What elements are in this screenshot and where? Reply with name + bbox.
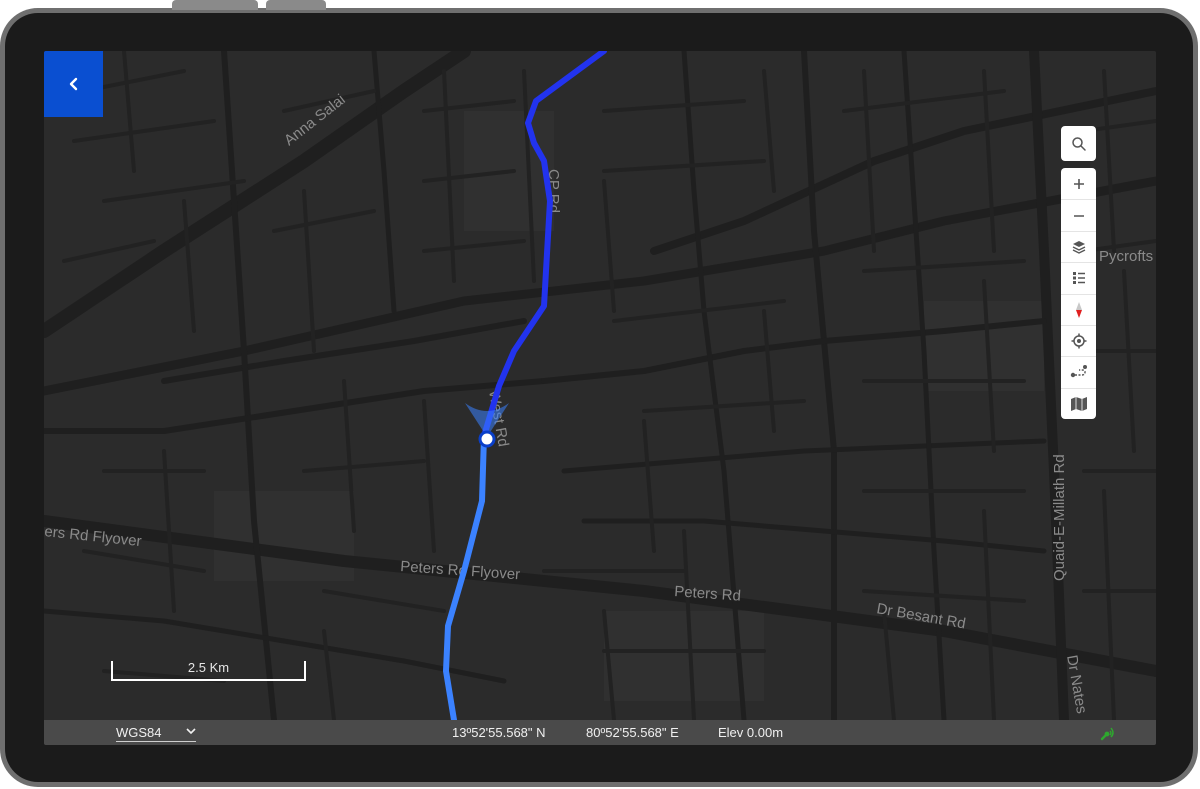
map-icon xyxy=(1070,396,1087,411)
hardware-button xyxy=(266,0,326,10)
longitude-readout: 80º52'55.568" E xyxy=(586,725,679,740)
map-canvas[interactable]: Anna Salai CP Rd West Rd ers Rd Flyover … xyxy=(44,51,1156,720)
locate-icon xyxy=(1071,333,1086,349)
route-icon xyxy=(1070,365,1087,378)
elevation-readout: Elev 0.00m xyxy=(718,725,784,740)
legend-list-icon xyxy=(1072,272,1085,285)
search-icon xyxy=(1071,136,1086,151)
legend-button[interactable] xyxy=(1061,262,1096,293)
back-button[interactable] xyxy=(44,51,103,117)
scale-label: 2.5 Km xyxy=(187,660,230,675)
hardware-button xyxy=(172,0,258,10)
zoom-out-button[interactable] xyxy=(1061,199,1096,230)
crs-value: WGS84 xyxy=(116,725,162,740)
search-button[interactable] xyxy=(1061,126,1096,161)
layers-button[interactable] xyxy=(1061,230,1096,262)
locate-button[interactable] xyxy=(1061,324,1096,356)
compass-icon xyxy=(1075,301,1082,318)
current-location-marker xyxy=(478,430,496,448)
zoom-out-icon xyxy=(1073,214,1084,217)
map-button[interactable] xyxy=(1061,387,1096,419)
map-toolbar xyxy=(1061,168,1096,419)
compass-button[interactable] xyxy=(1061,293,1096,325)
zoom-in-button[interactable] xyxy=(1061,168,1096,199)
chevron-down-icon xyxy=(186,728,196,735)
latitude-readout: 13º52'55.568" N xyxy=(452,725,546,740)
map-screen: Anna Salai CP Rd West Rd ers Rd Flyover … xyxy=(44,51,1156,745)
road-label-quaid-e-millath-rd: Quaid-E-Millath Rd xyxy=(1051,454,1068,581)
road-label-pycrofts: Pycrofts xyxy=(1099,248,1153,265)
chevron-left-icon xyxy=(69,77,77,91)
gps-signal-icon xyxy=(1100,727,1114,741)
crs-dropdown[interactable]: WGS84 xyxy=(116,724,196,742)
route-button[interactable] xyxy=(1061,356,1096,387)
layers-icon xyxy=(1072,240,1085,254)
scale-bar: 2.5 Km xyxy=(111,660,306,681)
zoom-in-icon xyxy=(1073,178,1084,189)
status-bar: WGS84 13º52'55.568" N 80º52'55.568" E El… xyxy=(44,720,1156,745)
